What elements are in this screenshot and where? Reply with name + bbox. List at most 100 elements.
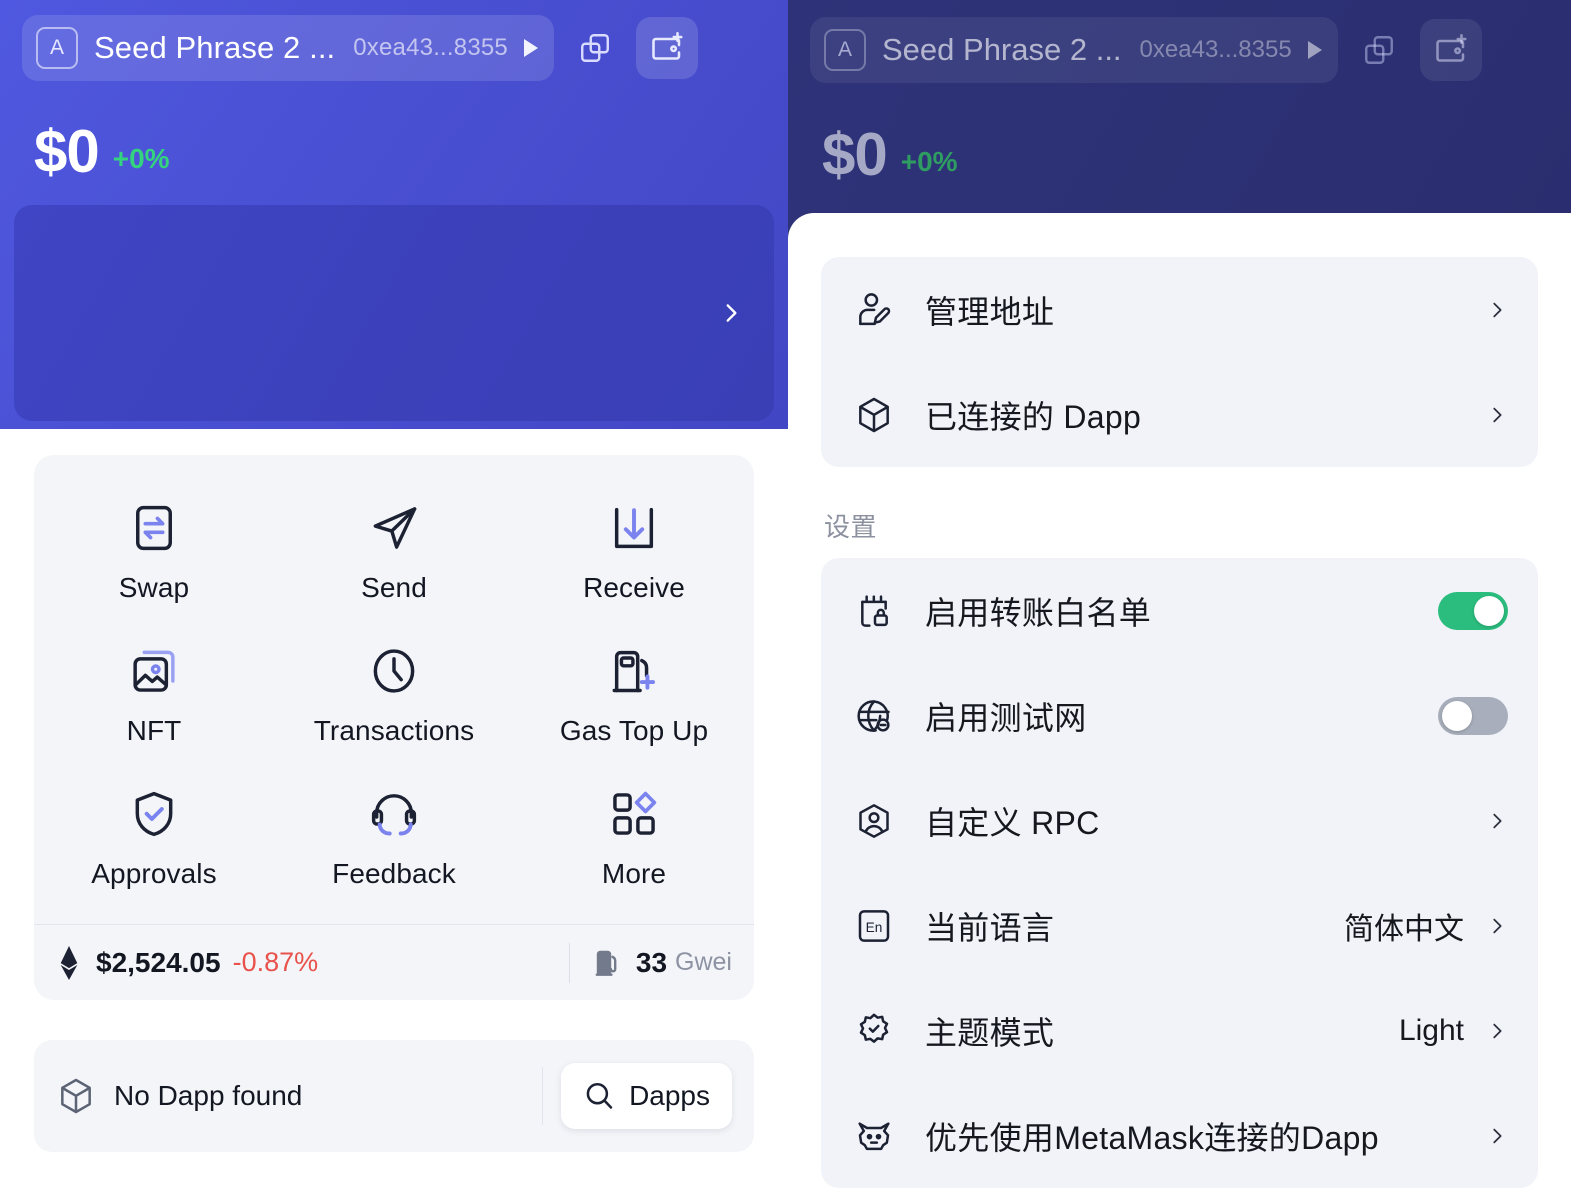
- balance-change: +0%: [112, 143, 170, 174]
- user-edit-icon: [851, 287, 897, 333]
- dapps-button[interactable]: Dapps: [561, 1063, 732, 1129]
- add-wallet-button[interactable]: [635, 17, 698, 79]
- promo-banner-card[interactable]: [14, 205, 774, 421]
- general-settings-group: 启用转账白名单 启用测试网 自定义 RPC En 当前语言 简体中文 主题模式 …: [821, 558, 1538, 1188]
- balance-block: $0 +0%: [34, 122, 170, 182]
- receive-icon: [608, 497, 660, 559]
- chevron-right-icon: [1486, 1014, 1508, 1048]
- divider: [542, 1067, 544, 1125]
- settings-row-testnet[interactable]: 启用测试网: [821, 663, 1538, 768]
- action-transactions[interactable]: Transactions: [274, 624, 514, 767]
- cube-icon: [851, 392, 897, 438]
- account-selector-chip[interactable]: A Seed Phrase 2 ... 0xea43...8355: [22, 15, 554, 81]
- account-badge: A: [824, 29, 866, 71]
- account-settings-group: 管理地址 已连接的 Dapp: [821, 257, 1538, 467]
- copy-address-button-dimmed[interactable]: [1348, 19, 1410, 81]
- eth-price-value: $2,524.05: [96, 946, 221, 978]
- balance-amount: $0: [822, 121, 888, 188]
- gas-price-block[interactable]: 33 Gwei: [592, 947, 732, 979]
- svg-text:En: En: [866, 920, 883, 935]
- add-wallet-button-dimmed[interactable]: [1419, 19, 1482, 81]
- settings-sheet: 管理地址 已连接的 Dapp 设置 启用转账白名单 启用测试网 自定义 RPC …: [788, 213, 1571, 1188]
- action-receive[interactable]: Receive: [514, 481, 754, 624]
- eth-price-change: -0.87%: [232, 947, 319, 977]
- eth-price-block[interactable]: $2,524.05 -0.87%: [56, 945, 569, 980]
- settings-row-label: 启用测试网: [925, 699, 1087, 736]
- action-swap[interactable]: Swap: [34, 481, 274, 624]
- settings-row-theme[interactable]: 主题模式 Light: [821, 978, 1538, 1083]
- chevron-right-icon: [718, 293, 744, 333]
- copy-address-button[interactable]: [564, 17, 626, 79]
- account-name: Seed Phrase 2 ...: [94, 30, 336, 65]
- caret-right-icon: [1307, 41, 1322, 59]
- settings-row-label: 已连接的 Dapp: [925, 398, 1142, 435]
- chevron-right-icon: [1486, 1119, 1508, 1153]
- settings-row-custom-rpc[interactable]: 自定义 RPC: [821, 768, 1538, 873]
- action-send[interactable]: Send: [274, 481, 514, 624]
- quick-actions-card: Swap Send Receive NFT Transactions Gas T…: [34, 455, 754, 1000]
- settings-row-connected-dapp[interactable]: 已连接的 Dapp: [821, 362, 1538, 467]
- copy-icon: [1362, 33, 1396, 67]
- add-wallet-icon: [649, 30, 685, 66]
- account-name: Seed Phrase 2 ...: [882, 32, 1122, 67]
- search-icon: [583, 1080, 615, 1112]
- chevron-right-icon: [1486, 909, 1508, 943]
- quick-actions-grid: Swap Send Receive NFT Transactions Gas T…: [34, 455, 754, 924]
- action-feedback[interactable]: Feedback: [274, 767, 514, 910]
- settings-row-manage-address[interactable]: 管理地址: [821, 257, 1538, 362]
- action-label: Swap: [118, 572, 190, 603]
- divider: [568, 942, 570, 983]
- dapps-button-label: Dapps: [629, 1080, 710, 1111]
- settings-row-label: 优先使用MetaMask连接的Dapp: [925, 1119, 1379, 1156]
- action-label: Send: [361, 572, 427, 603]
- action-label: Feedback: [332, 858, 456, 889]
- caret-right-icon: [523, 39, 538, 57]
- account-selector-chip-dimmed[interactable]: A Seed Phrase 2 ... 0xea43...8355: [810, 17, 1338, 83]
- cube-icon: [56, 1076, 96, 1116]
- action-gas-top-up[interactable]: Gas Top Up: [514, 624, 754, 767]
- action-more[interactable]: More: [514, 767, 754, 910]
- action-label: Approvals: [91, 858, 217, 889]
- settings-row-transfer-whitelist[interactable]: 启用转账白名单: [821, 558, 1538, 663]
- headset-icon: [368, 783, 420, 845]
- transfer-whitelist-toggle[interactable]: [1438, 591, 1508, 630]
- wallet-home-panel: A Seed Phrase 2 ... 0xea43...8355 $0 +0%…: [0, 0, 788, 1188]
- nft-image-icon: [128, 640, 180, 702]
- app-screenshot: A Seed Phrase 2 ... 0xea43...8355 $0 +0%…: [0, 0, 1571, 1188]
- add-wallet-icon: [1433, 32, 1469, 68]
- account-address: 0xea43...8355: [353, 34, 508, 61]
- settings-row-language[interactable]: En 当前语言 简体中文: [821, 873, 1538, 978]
- settings-row-label: 当前语言: [925, 909, 1055, 946]
- action-label: Gas Top Up: [559, 715, 709, 746]
- settings-row-label: 自定义 RPC: [925, 804, 1100, 841]
- action-nft[interactable]: NFT: [34, 624, 274, 767]
- toggle-knob: [1442, 700, 1472, 731]
- wallet-hero-header: A Seed Phrase 2 ... 0xea43...8355 $0 +0%: [0, 0, 788, 429]
- language-en-icon: En: [851, 903, 897, 949]
- settings-row-metamask-priority[interactable]: 优先使用MetaMask连接的Dapp: [821, 1083, 1538, 1188]
- testnet-toggle[interactable]: [1438, 696, 1508, 735]
- settings-overlay-panel: A Seed Phrase 2 ... 0xea43...8355 $0 +0%…: [788, 0, 1571, 1188]
- gas-value: 33: [635, 946, 668, 978]
- action-label: More: [601, 858, 667, 889]
- balance-block-dimmed: $0 +0%: [822, 125, 958, 185]
- settings-row-value: 简体中文: [1344, 912, 1464, 946]
- gas-pump-plus-icon: [608, 640, 660, 702]
- wallet-topbar: A Seed Phrase 2 ... 0xea43...8355: [0, 0, 788, 96]
- balance-amount: $0: [34, 118, 100, 185]
- market-strip: $2,524.05 -0.87% 33 Gwei: [34, 924, 754, 1000]
- settings-row-label: 主题模式: [925, 1014, 1055, 1051]
- rpc-node-icon: [851, 798, 897, 844]
- settings-row-label: 管理地址: [925, 293, 1055, 330]
- dapp-status-bar: No Dapp found Dapps: [34, 1040, 754, 1152]
- action-label: Receive: [583, 572, 685, 603]
- wallet-topbar-dimmed: A Seed Phrase 2 ... 0xea43...8355: [788, 0, 1571, 100]
- clock-icon: [368, 640, 420, 702]
- action-label: Transactions: [313, 715, 475, 746]
- metamask-fox-icon: [851, 1113, 897, 1159]
- action-approvals[interactable]: Approvals: [34, 767, 274, 910]
- theme-badge-icon: [851, 1008, 897, 1054]
- chevron-right-icon: [1486, 293, 1508, 327]
- settings-row-value: Light: [1398, 1013, 1464, 1047]
- grid-more-icon: [608, 783, 660, 845]
